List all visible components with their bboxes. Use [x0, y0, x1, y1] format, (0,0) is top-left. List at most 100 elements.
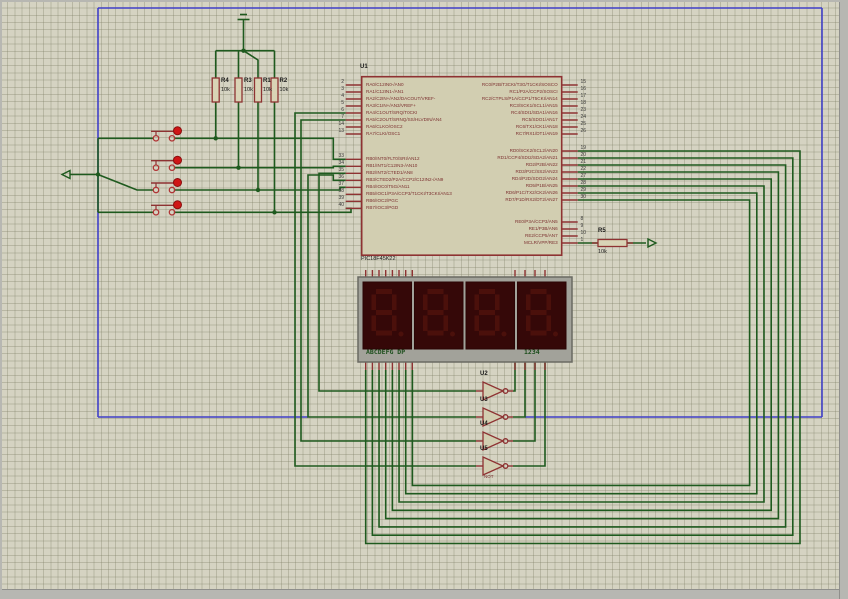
chip-pin-label: RC0/P2B/T3CKI/T3G/T1CKI/SOSCO [481, 81, 558, 87]
chip-pin-number: 21 [580, 158, 587, 165]
not-gate[interactable] [476, 455, 513, 477]
wire[interactable] [243, 50, 259, 78]
chip-pin-label: RA7/CLKI/OSC1 [366, 130, 401, 136]
chip-pin-label: RA2/C2IN+/AN2/DACOUT/VREF- [366, 95, 436, 101]
chip-pin-label: MCLR/VPP/RE3 [523, 239, 558, 245]
chip-pin-number: 13 [338, 127, 344, 134]
decimal-point-icon [553, 331, 558, 337]
decimal-point-icon [398, 331, 404, 337]
chip-pin-number: 14 [338, 120, 344, 127]
chip-pin-number: 17 [580, 92, 587, 99]
button-terminal [152, 134, 160, 142]
chip-pin-number: 10 [580, 229, 587, 236]
button-terminal [152, 164, 160, 172]
chip-pin-number: 28 [580, 179, 587, 186]
chip-pin-label: RB7/IOC3/PGD [366, 205, 399, 210]
chip-pin-label: RA0/C12IN0-/AN0 [366, 81, 404, 87]
display-digit-panel [362, 281, 412, 350]
resistor-value-label: 10k [244, 87, 253, 93]
button-terminal [168, 208, 176, 216]
chip-pin-label: RC3/SCK1/SCL1/AN15 [509, 102, 558, 108]
chip-pin-number: 4 [341, 92, 344, 99]
gate-ref-label: U2 [480, 371, 488, 377]
chip-pin-number: 6 [341, 106, 344, 113]
button-cap-icon [173, 126, 182, 136]
wire[interactable] [513, 362, 546, 467]
resistor-r5[interactable] [597, 238, 628, 248]
schematic-editor-window: U1 PIC18F45K22 R4 10k R3 10k R1 10k R2 1… [0, 0, 848, 599]
chip-pin-label: RA6/CLKO/OSC2 [366, 123, 403, 129]
chip-pin-number: 26 [580, 127, 587, 134]
chip-pin-number: 8 [580, 215, 584, 222]
chip-pin-label: RC4/SDI1/SDA1/AN16 [510, 109, 558, 115]
chip-part-label: PIC18F45K22 [361, 256, 396, 262]
chip-pin-number: 38 [338, 187, 344, 194]
gate-ref-label: U4 [480, 421, 488, 427]
wire[interactable] [97, 173, 154, 191]
chip-pin-label: RA3/C1IN+/AN3/VREF+ [366, 102, 416, 108]
chip-pin-number: 15 [580, 78, 587, 85]
window-top-edge [0, 0, 848, 2]
chip-pin-label: RB1/INT1/C12IN3-/AN10 [366, 163, 418, 168]
chip-pin-label: RD0/SCK2/SCL2/AN20 [509, 147, 558, 153]
chip-pin-number: 9 [580, 222, 584, 229]
junction-dot [213, 136, 218, 141]
ground-symbol[interactable] [237, 13, 250, 21]
chip-pin-label: RE1/P3B/AN6 [528, 225, 558, 231]
input-terminal-arrow-icon[interactable] [60, 169, 71, 180]
junction-dot [95, 172, 101, 177]
chip-pin-label: RB2/INT2/CTED1/AN8 [366, 170, 413, 175]
wire[interactable] [174, 186, 346, 191]
display-segment-pins-label: ABCDEFG DP [366, 348, 406, 356]
chip-pin-number: 29 [580, 186, 587, 193]
gate-ref-label: U3 [480, 397, 488, 403]
resistor-ref-label: R3 [244, 78, 252, 84]
resistor-ref-label: R5 [598, 228, 606, 234]
chip-pin-label: RB0/INT0/FLT0/SRI/AN12 [366, 156, 420, 161]
chip-pin-number: 27 [580, 172, 587, 179]
not-gates-layer [476, 380, 513, 477]
chip-pin-label: RD6/P1C/TX2/CK2/AN26 [505, 189, 558, 195]
junction-dot [272, 210, 277, 215]
schematic-drawing [60, 7, 823, 545]
chip-pin-number: 40 [338, 201, 344, 208]
window-right-edge [839, 0, 848, 599]
chip-pin-number: 19 [580, 144, 587, 151]
chip-pin-label: RB4/IOC0/T5G/AN11 [366, 184, 410, 189]
chip-pin-label: RD7/P1D/RX2/DT2/AN27 [505, 196, 558, 202]
wire[interactable] [513, 362, 536, 442]
chip-pin-number: 23 [580, 106, 587, 113]
display-digit-panel [465, 281, 515, 350]
resistor-ref-label: R4 [221, 78, 229, 84]
wire[interactable] [174, 165, 346, 169]
resistor-ref-label: R1 [263, 78, 271, 84]
resistor-r3[interactable] [234, 77, 243, 103]
chip-pin-number: 37 [338, 180, 344, 187]
resistor-value-label: 10k [279, 87, 289, 93]
chip-pin-number: 20 [580, 151, 587, 158]
chip-pin-number: 7 [341, 113, 344, 120]
button-terminal [168, 134, 176, 142]
button-terminal [168, 164, 176, 172]
resistor-r1[interactable] [253, 77, 263, 103]
chip-pin-number: 33 [338, 152, 344, 159]
chip-pin-label: RC5/SDO1/AN17 [521, 116, 558, 122]
chip-pin-label: RC1/P2A/CCP2/SOSCI [509, 88, 558, 94]
chip-pin-label: RD2/P2B/AN22 [525, 161, 558, 167]
resistor-r4[interactable] [211, 77, 220, 103]
button-cap-icon [173, 178, 182, 187]
push-buttons-layer [151, 126, 182, 216]
chip-pin-label: RD4/P2D/SDO2/AN24 [511, 175, 558, 181]
chip-pin-number: 39 [338, 194, 344, 201]
resistor-r2[interactable] [270, 77, 279, 103]
chip-pin-number: 36 [338, 173, 344, 180]
chip-pin-number: 16 [580, 85, 587, 92]
decimal-point-icon [501, 331, 507, 337]
button-terminal [152, 208, 160, 216]
chip-pin-label: RE0/P3A/CCP3/AN5 [515, 218, 558, 224]
wire[interactable] [174, 207, 352, 214]
wire[interactable] [174, 137, 346, 161]
output-terminal-arrow-icon[interactable] [647, 237, 658, 249]
junction-dot [236, 165, 241, 170]
chip-pin-number: 34 [338, 159, 344, 166]
